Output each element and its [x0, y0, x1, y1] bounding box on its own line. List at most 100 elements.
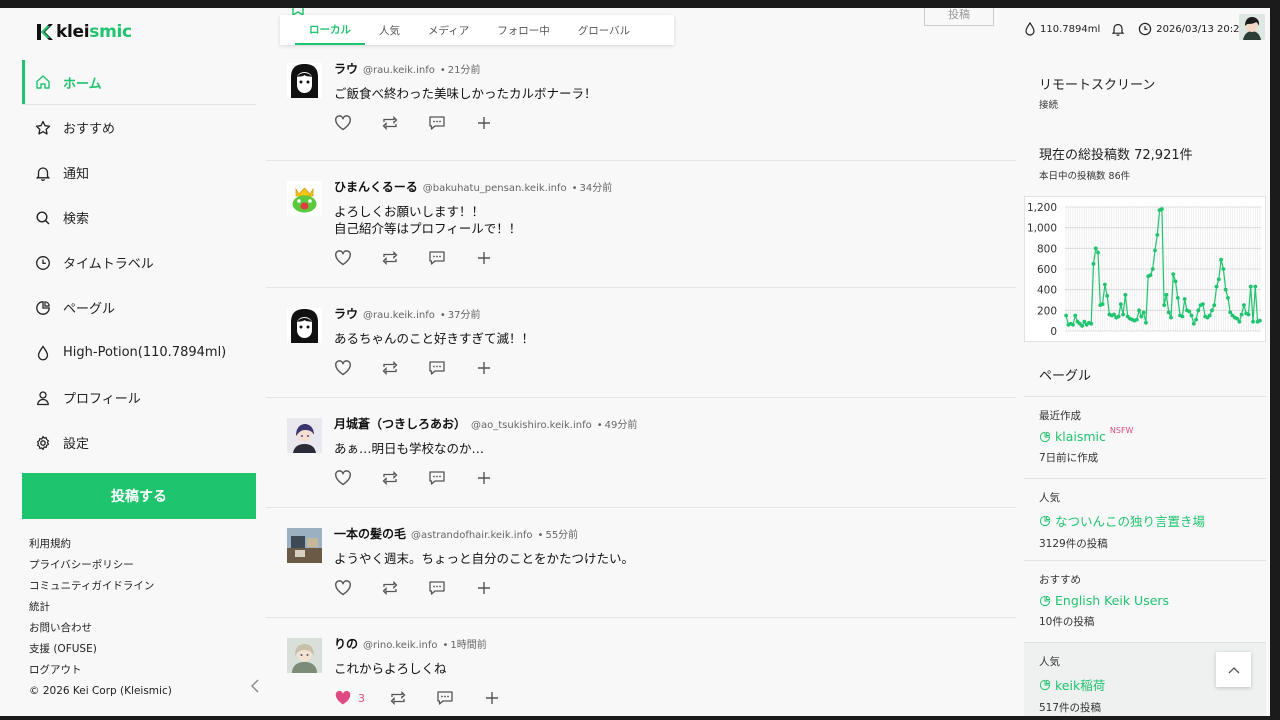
- post-item[interactable]: ひまんくるーる @bakuhatu_pensan.keik.info • 34分前 よろ…: [266, 160, 1016, 287]
- post-item[interactable]: ラウ @rau.keik.info • 37分前 あるちゃんのこと好きすぎて滅！！: [266, 287, 1016, 397]
- data-point: [1189, 313, 1194, 318]
- compose-post-button[interactable]: 投稿する: [22, 473, 256, 519]
- post-time[interactable]: 1時間前: [450, 636, 486, 651]
- nav-item-clock[interactable]: タイムトラベル: [22, 240, 256, 285]
- divider: [1024, 478, 1266, 479]
- post-time[interactable]: 49分前: [605, 416, 638, 431]
- reply-button[interactable]: [428, 579, 475, 597]
- reply-button[interactable]: [428, 249, 475, 267]
- nav-item-gear[interactable]: 設定: [22, 420, 256, 465]
- footer-link-guidelines[interactable]: コミュニティガイドライン: [29, 576, 172, 597]
- user-avatar[interactable]: [1239, 14, 1265, 40]
- tab-1[interactable]: 人気: [365, 15, 414, 45]
- home-icon: [35, 74, 51, 90]
- footer-link-logout[interactable]: ログアウト: [29, 660, 172, 681]
- more-button[interactable]: [475, 114, 522, 132]
- post-item[interactable]: 月城蒼（つきしろあお） @ao_tsukishiro.keik.info • 49分前…: [266, 397, 1016, 507]
- post-author-handle[interactable]: @rau.keik.info: [363, 310, 435, 321]
- pegul-item[interactable]: 最近作成 klaismic NSFW 7日前に作成: [1039, 408, 1133, 465]
- footer-link-support[interactable]: 支援 (OFUSE): [29, 639, 172, 660]
- post-author-handle[interactable]: @rau.keik.info: [363, 65, 435, 76]
- repost-button[interactable]: [389, 689, 436, 707]
- post-author-handle[interactable]: @rino.keik.info: [363, 640, 437, 651]
- pegul-name[interactable]: なついんこの独り言置き場: [1039, 511, 1205, 530]
- pegul-item[interactable]: 人気 なついんこの独り言置き場 3129件の投稿: [1039, 490, 1205, 551]
- timeline-feed: ラウ @rau.keik.info • 21分前 ご飯食べ終わった美味しかったカルボナー…: [266, 44, 1016, 716]
- post-time[interactable]: 34分前: [579, 179, 612, 194]
- bell-icon[interactable]: [1111, 22, 1125, 36]
- post-author-handle[interactable]: @ao_tsukishiro.keik.info: [471, 420, 592, 431]
- tab-4[interactable]: グローバル: [564, 15, 644, 45]
- nav-item-bell[interactable]: 通知: [22, 150, 256, 195]
- nav-item-home[interactable]: ホーム: [22, 60, 256, 105]
- nav-item-search[interactable]: 検索: [22, 195, 256, 240]
- post-avatar[interactable]: [287, 63, 322, 98]
- post-item[interactable]: ラウ @rau.keik.info • 21分前 ご飯食べ終わった美味しかったカルボナー…: [266, 44, 1016, 159]
- post-author-handle[interactable]: @bakuhatu_pensan.keik.info: [423, 183, 567, 194]
- pegul-name[interactable]: keik稲荷: [1039, 675, 1105, 694]
- post-avatar[interactable]: [287, 638, 322, 673]
- remote-screen-status[interactable]: 接続: [1039, 97, 1058, 111]
- pegul-item[interactable]: 人気 keik稲荷 517件の投稿: [1039, 654, 1105, 715]
- repost-button[interactable]: [381, 579, 428, 597]
- tab-3[interactable]: フォロー中: [483, 15, 564, 45]
- footer-link-contact[interactable]: お問い合わせ: [29, 618, 172, 639]
- nsfw-badge: NSFW: [1109, 426, 1134, 435]
- post-avatar[interactable]: [287, 308, 322, 343]
- repost-button[interactable]: [381, 114, 428, 132]
- tab-0[interactable]: ローカル: [295, 15, 365, 45]
- more-button[interactable]: [475, 359, 522, 377]
- like-button[interactable]: [334, 114, 381, 132]
- post-author-name[interactable]: りの: [334, 635, 358, 652]
- post-author-name[interactable]: ラウ: [334, 305, 358, 322]
- like-button[interactable]: 3: [334, 689, 389, 707]
- repost-button[interactable]: [381, 469, 428, 487]
- post-item[interactable]: 一本の髪の毛 @astrandofhair.keik.info • 55分前 ようやく週…: [266, 507, 1016, 617]
- reply-button[interactable]: [436, 689, 483, 707]
- nav-item-pegul[interactable]: ペーグル: [22, 285, 256, 330]
- like-button[interactable]: [334, 359, 381, 377]
- more-button[interactable]: [475, 579, 522, 597]
- footer-link-terms[interactable]: 利用規約: [29, 534, 172, 555]
- pegul-name[interactable]: English Keik Users: [1039, 593, 1169, 608]
- post-time[interactable]: 55分前: [545, 526, 578, 541]
- data-point: [1155, 233, 1160, 237]
- reply-button[interactable]: [428, 359, 475, 377]
- like-button[interactable]: [334, 579, 381, 597]
- post-author-name[interactable]: 一本の髪の毛: [334, 525, 406, 542]
- tab-2[interactable]: メディア: [414, 15, 483, 45]
- post-avatar[interactable]: [287, 528, 322, 563]
- footer-link-privacy[interactable]: プライバシーポリシー: [29, 555, 172, 576]
- post-author-handle[interactable]: @astrandofhair.keik.info: [411, 530, 533, 541]
- nav-item-user[interactable]: プロフィール: [22, 375, 256, 420]
- repost-button[interactable]: [381, 249, 428, 267]
- more-button[interactable]: [483, 689, 530, 707]
- post-avatar[interactable]: [287, 181, 322, 216]
- pegul-name[interactable]: klaismic NSFW: [1039, 426, 1134, 444]
- post-time[interactable]: 21分前: [448, 61, 481, 76]
- data-point: [1100, 302, 1105, 307]
- reply-button[interactable]: [428, 114, 475, 132]
- pegul-item[interactable]: おすすめ English Keik Users 10件の投稿: [1039, 572, 1169, 629]
- post-item[interactable]: りの @rino.keik.info • 1時間前 これからよろしくね 3: [266, 617, 1016, 716]
- post-time[interactable]: 37分前: [448, 306, 481, 321]
- brand-logo[interactable]: klei smic: [35, 22, 132, 42]
- repost-button[interactable]: [381, 359, 428, 377]
- more-button[interactable]: [475, 249, 522, 267]
- more-button[interactable]: [475, 469, 522, 487]
- scroll-to-top-button[interactable]: [1216, 652, 1251, 687]
- data-point: [1091, 261, 1096, 266]
- reply-button[interactable]: [428, 469, 475, 487]
- top-post-button[interactable]: 投稿: [924, 8, 994, 26]
- like-button[interactable]: [334, 469, 381, 487]
- post-avatar[interactable]: [287, 418, 322, 453]
- nav-item-droplet[interactable]: High-Potion(110.7894ml): [22, 330, 256, 375]
- post-author-name[interactable]: ラウ: [334, 60, 358, 77]
- post-author-name[interactable]: ひまんくるーる: [334, 178, 418, 195]
- data-point: [1223, 287, 1228, 292]
- like-button[interactable]: [334, 249, 381, 267]
- footer-link-stats[interactable]: 統計: [29, 597, 172, 618]
- nav-item-star[interactable]: おすすめ: [22, 105, 256, 150]
- collapse-sidebar-icon[interactable]: [248, 678, 262, 694]
- post-author-name[interactable]: 月城蒼（つきしろあお）: [334, 415, 466, 432]
